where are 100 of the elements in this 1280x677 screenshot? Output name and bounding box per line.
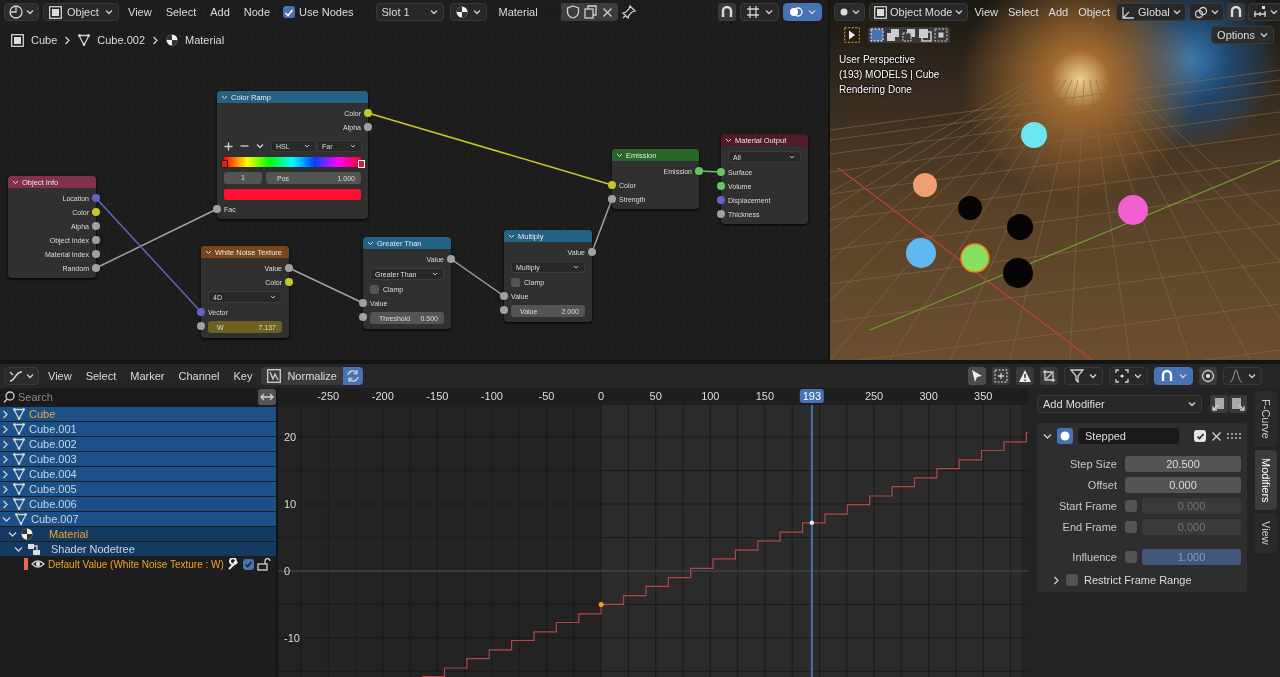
dashed-box-icon[interactable] — [992, 367, 1010, 385]
channel-row[interactable]: Cube.003 — [0, 452, 276, 466]
playhead-line[interactable] — [810, 405, 813, 677]
link-dropdown[interactable] — [1188, 3, 1224, 21]
menu-item[interactable]: View — [43, 370, 77, 382]
output-socket[interactable] — [92, 250, 100, 258]
menu-item[interactable]: Node — [238, 6, 276, 18]
cursor-select-icon[interactable] — [844, 27, 860, 43]
checkbox[interactable] — [242, 558, 254, 570]
chevron-icon[interactable] — [616, 152, 623, 158]
paste-modifiers-icon[interactable] — [1229, 395, 1247, 413]
caret-icon[interactable] — [256, 143, 264, 149]
modifier-name-field[interactable]: Stepped — [1078, 428, 1179, 444]
snap-dropdown[interactable] — [740, 3, 779, 21]
chevron-icon[interactable] — [221, 94, 228, 100]
menu-item[interactable]: Select — [80, 370, 122, 382]
sidebar-tab[interactable]: View — [1255, 513, 1277, 553]
color-swatch[interactable] — [224, 188, 361, 200]
copy-modifiers-icon[interactable] — [1210, 395, 1228, 413]
chevron-icon[interactable] — [725, 137, 732, 143]
input-socket[interactable] — [359, 299, 367, 307]
checkbox[interactable] — [1125, 521, 1137, 533]
selection-mode-group[interactable] — [868, 27, 950, 43]
selected-sphere[interactable] — [960, 243, 990, 273]
magnet-icon[interactable] — [718, 3, 736, 21]
chevron-icon[interactable] — [8, 530, 17, 538]
material-browse-button[interactable] — [449, 3, 487, 21]
use-nodes-checkbox[interactable] — [283, 6, 296, 18]
chevron-icon[interactable] — [2, 484, 9, 494]
frame-icon[interactable] — [1040, 367, 1058, 385]
menu-item[interactable]: Key — [228, 370, 258, 382]
output-socket[interactable] — [92, 264, 100, 272]
chevron-icon[interactable] — [14, 545, 23, 553]
output-socket[interactable] — [695, 167, 703, 175]
chevron-icon[interactable] — [367, 240, 374, 246]
checkbox[interactable] — [370, 284, 379, 294]
orientation-dropdown[interactable]: Global — [1116, 3, 1186, 21]
warning-icon[interactable] — [1016, 367, 1034, 385]
shield-icon[interactable] — [565, 5, 580, 19]
object-mode-dropdown[interactable]: Object — [43, 3, 119, 21]
output-socket[interactable] — [364, 123, 372, 131]
input-socket[interactable] — [500, 292, 508, 300]
snap-dropdown[interactable] — [1154, 367, 1193, 385]
input-socket[interactable] — [197, 322, 205, 330]
channel-row[interactable]: Cube.006 — [0, 497, 276, 511]
breadcrumb-item[interactable]: Cube.002 — [97, 34, 145, 46]
checkbox[interactable] — [1066, 574, 1078, 586]
open-lock-icon[interactable] — [256, 557, 271, 571]
target-icon[interactable] — [1199, 367, 1217, 385]
current-frame-indicator[interactable]: 193 — [799, 389, 824, 403]
grip-icon[interactable] — [1227, 432, 1241, 440]
search-field[interactable]: Search — [0, 388, 257, 405]
channel-row[interactable]: Cube.004 — [0, 467, 276, 481]
chevron-icon[interactable] — [2, 454, 9, 464]
modifier-enable-checkbox[interactable] — [1194, 430, 1206, 442]
minus-icon[interactable] — [240, 144, 249, 148]
invert-select-icon[interactable] — [918, 28, 932, 42]
menu-item[interactable]: Channel — [173, 370, 225, 382]
keyframe-point[interactable] — [598, 601, 604, 607]
output-socket[interactable] — [588, 248, 596, 256]
pivot-dropdown[interactable] — [1109, 367, 1148, 385]
output-socket[interactable] — [92, 222, 100, 230]
chevron-icon[interactable] — [2, 409, 9, 419]
input-socket[interactable] — [608, 181, 616, 189]
overlay-dropdown[interactable] — [783, 3, 822, 21]
menu-item[interactable]: View — [970, 6, 1003, 18]
pointer-icon[interactable] — [968, 367, 986, 385]
box-select-icon[interactable] — [870, 28, 884, 42]
channel-row[interactable]: Material — [0, 527, 276, 541]
breadcrumb-item[interactable]: Material — [185, 34, 225, 46]
chevron-icon[interactable] — [1043, 432, 1052, 440]
checkbox[interactable] — [511, 277, 520, 287]
object-mode-dropdown[interactable]: Object Mode — [869, 3, 969, 21]
checkbox[interactable] — [1125, 551, 1137, 563]
input-socket[interactable] — [197, 308, 205, 316]
menu-item[interactable]: View — [123, 6, 157, 18]
chevron-icon[interactable] — [205, 249, 212, 255]
number-field[interactable]: 0.000 — [1125, 477, 1241, 493]
output-socket[interactable] — [364, 109, 372, 117]
menu-item[interactable]: Add — [1044, 6, 1073, 18]
chevron-icon[interactable] — [2, 439, 9, 449]
chevron-icon[interactable] — [2, 499, 9, 509]
plus-icon[interactable] — [224, 141, 233, 151]
input-socket[interactable] — [500, 306, 508, 314]
close-icon[interactable] — [1211, 430, 1222, 442]
normalize-toggle[interactable]: Normalize — [261, 367, 343, 385]
close-icon[interactable] — [601, 6, 613, 18]
wrench-icon[interactable] — [226, 558, 240, 570]
pin-icon[interactable] — [621, 5, 636, 19]
snap-dropdown[interactable] — [1247, 3, 1280, 21]
checkbox[interactable] — [1125, 500, 1137, 512]
chevron-icon[interactable] — [1053, 575, 1060, 585]
sidebar-tab[interactable]: F-Curve — [1255, 391, 1277, 447]
output-socket[interactable] — [285, 278, 293, 286]
channel-row[interactable]: Cube.005 — [0, 482, 276, 496]
number-field[interactable]: 20.500 — [1125, 456, 1241, 472]
slot-dropdown[interactable]: Slot 1 — [375, 3, 444, 21]
menu-item[interactable]: Marker — [125, 370, 170, 382]
channel-row[interactable]: Cube.002 — [0, 437, 276, 451]
output-socket[interactable] — [285, 264, 293, 272]
